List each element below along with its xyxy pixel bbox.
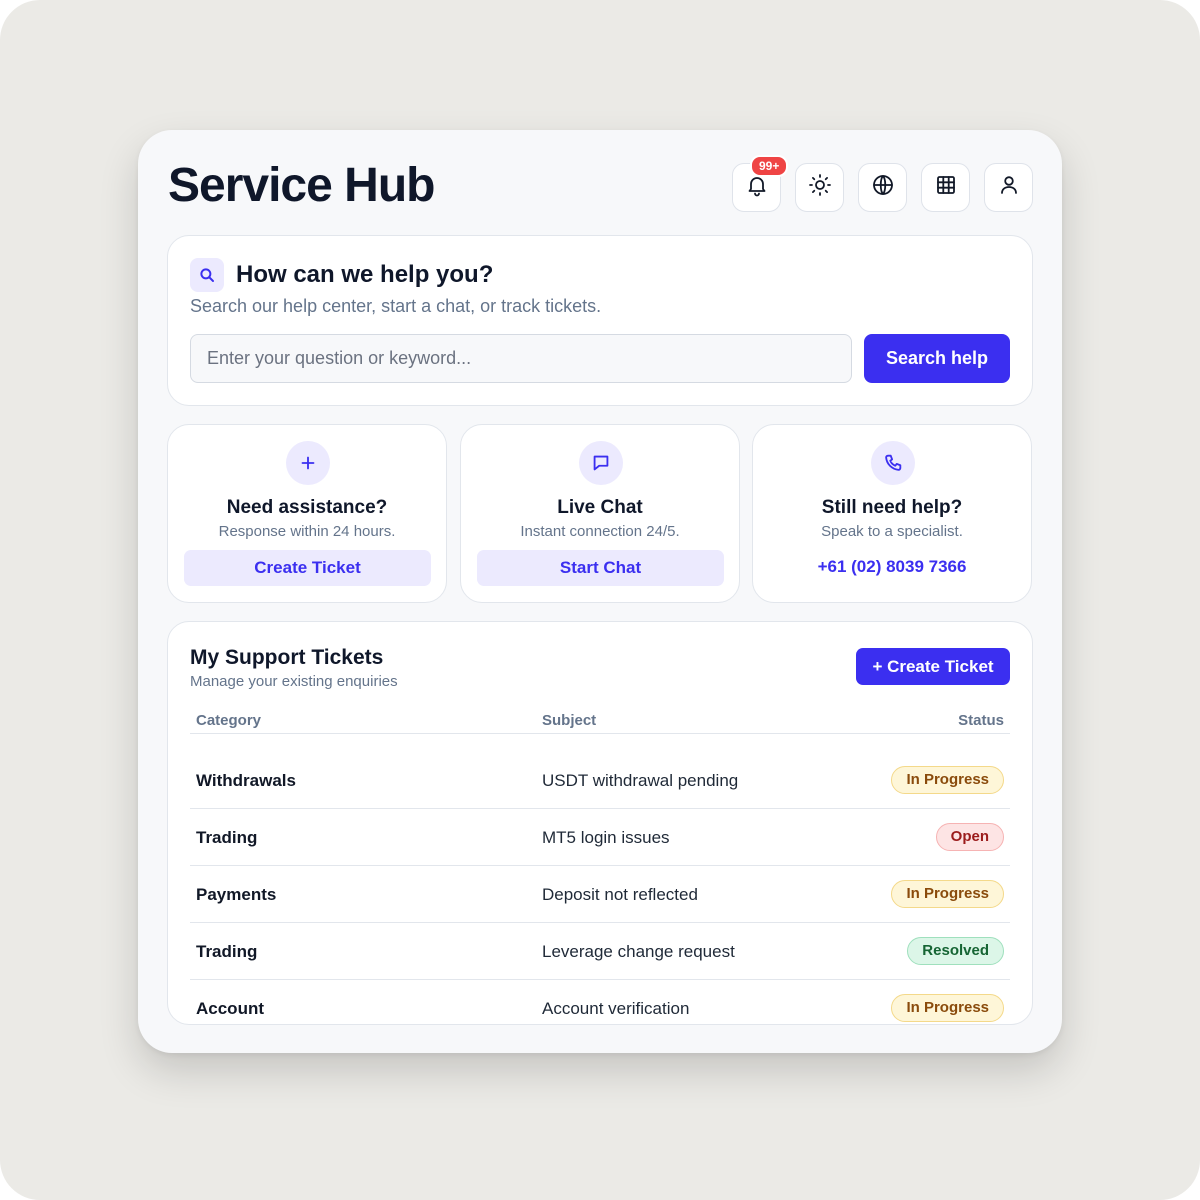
status-badge: In Progress	[891, 880, 1004, 908]
ticket-subject: Leverage change request	[542, 942, 735, 961]
tickets-table-body: Withdrawals USDT withdrawal pending In P…	[190, 752, 1010, 1024]
table-row[interactable]: Trading Leverage change request Resolved	[190, 923, 1010, 980]
status-badge: In Progress	[891, 994, 1004, 1022]
help-search-title: How can we help you?	[236, 261, 494, 288]
page-title: Service Hub	[168, 159, 435, 212]
live-chat-card-title: Live Chat	[557, 497, 643, 518]
create-ticket-primary-button[interactable]: + Create Ticket	[856, 648, 1010, 685]
grid-icon	[934, 173, 958, 202]
bell-icon	[745, 173, 769, 202]
sun-icon	[808, 173, 832, 202]
service-hub-panel: Service Hub 99+ How can we help you? Sea…	[138, 130, 1062, 1053]
tickets-table-header: Category Subject Status	[190, 704, 1010, 734]
table-row[interactable]: Payments Deposit not reflected In Progre…	[190, 866, 1010, 923]
status-badge: Open	[935, 823, 1004, 851]
status-badge: Resolved	[907, 937, 1004, 965]
phone-support-card-subtitle: Speak to a specialist.	[821, 523, 963, 540]
ticket-category: Trading	[196, 942, 258, 961]
column-header-subject: Subject	[542, 712, 597, 729]
ticket-category: Account	[196, 999, 264, 1018]
tickets-subtitle: Manage your existing enquiries	[190, 673, 398, 690]
user-icon	[997, 173, 1021, 202]
profile-button[interactable]	[984, 163, 1033, 212]
phone-support-card: Still need help? Speak to a specialist. …	[752, 424, 1032, 603]
chat-icon	[579, 441, 623, 485]
ticket-subject: Account verification	[542, 999, 690, 1018]
phone-icon	[871, 441, 915, 485]
theme-toggle-button[interactable]	[795, 163, 844, 212]
ticket-category: Payments	[196, 885, 277, 904]
search-help-button[interactable]: Search help	[864, 334, 1010, 383]
ticket-category: Trading	[196, 828, 258, 847]
column-header-category: Category	[196, 712, 262, 729]
table-row[interactable]: Account Account verification In Progress	[190, 980, 1010, 1024]
ticket-category: Withdrawals	[196, 771, 296, 790]
language-button[interactable]	[858, 163, 907, 212]
table-row[interactable]: Trading MT5 login issues Open	[190, 809, 1010, 866]
status-badge: In Progress	[891, 766, 1004, 794]
ticket-subject: Deposit not reflected	[542, 885, 698, 904]
help-search-input[interactable]	[190, 334, 852, 383]
apps-grid-button[interactable]	[921, 163, 970, 212]
create-ticket-card-title: Need assistance?	[226, 497, 388, 518]
tickets-title: My Support Tickets	[190, 646, 384, 669]
table-row[interactable]: Withdrawals USDT withdrawal pending In P…	[190, 752, 1010, 809]
help-search-header: How can we help you?	[190, 258, 493, 292]
phone-number-link[interactable]: +61 (02) 8039 7366	[753, 557, 1031, 577]
notification-count-badge: 99+	[750, 155, 789, 177]
phone-support-card-title: Still need help?	[821, 497, 963, 518]
ticket-subject: USDT withdrawal pending	[542, 771, 739, 790]
create-ticket-button[interactable]: Create Ticket	[184, 550, 431, 586]
live-chat-card: Live Chat Instant connection 24/5. Start…	[460, 424, 740, 603]
top-toolbar: 99+	[732, 155, 1033, 212]
ticket-subject: MT5 login issues	[542, 828, 670, 847]
tickets-table: Category Subject Status Withdrawals USDT…	[190, 704, 1010, 1024]
live-chat-card-subtitle: Instant connection 24/5.	[520, 523, 680, 540]
column-header-status: Status	[958, 712, 1004, 729]
search-icon	[190, 258, 224, 292]
create-ticket-card: Need assistance? Response within 24 hour…	[167, 424, 447, 603]
help-search-subtitle: Search our help center, start a chat, or…	[190, 296, 602, 316]
plus-icon	[286, 441, 330, 485]
support-tickets-card: My Support Tickets Manage your existing …	[167, 621, 1033, 1025]
help-search-card: How can we help you? Search our help cen…	[167, 235, 1033, 406]
start-chat-button[interactable]: Start Chat	[477, 550, 724, 586]
create-ticket-card-subtitle: Response within 24 hours.	[218, 523, 396, 540]
globe-icon	[871, 173, 895, 202]
notifications-button[interactable]: 99+	[732, 155, 789, 212]
